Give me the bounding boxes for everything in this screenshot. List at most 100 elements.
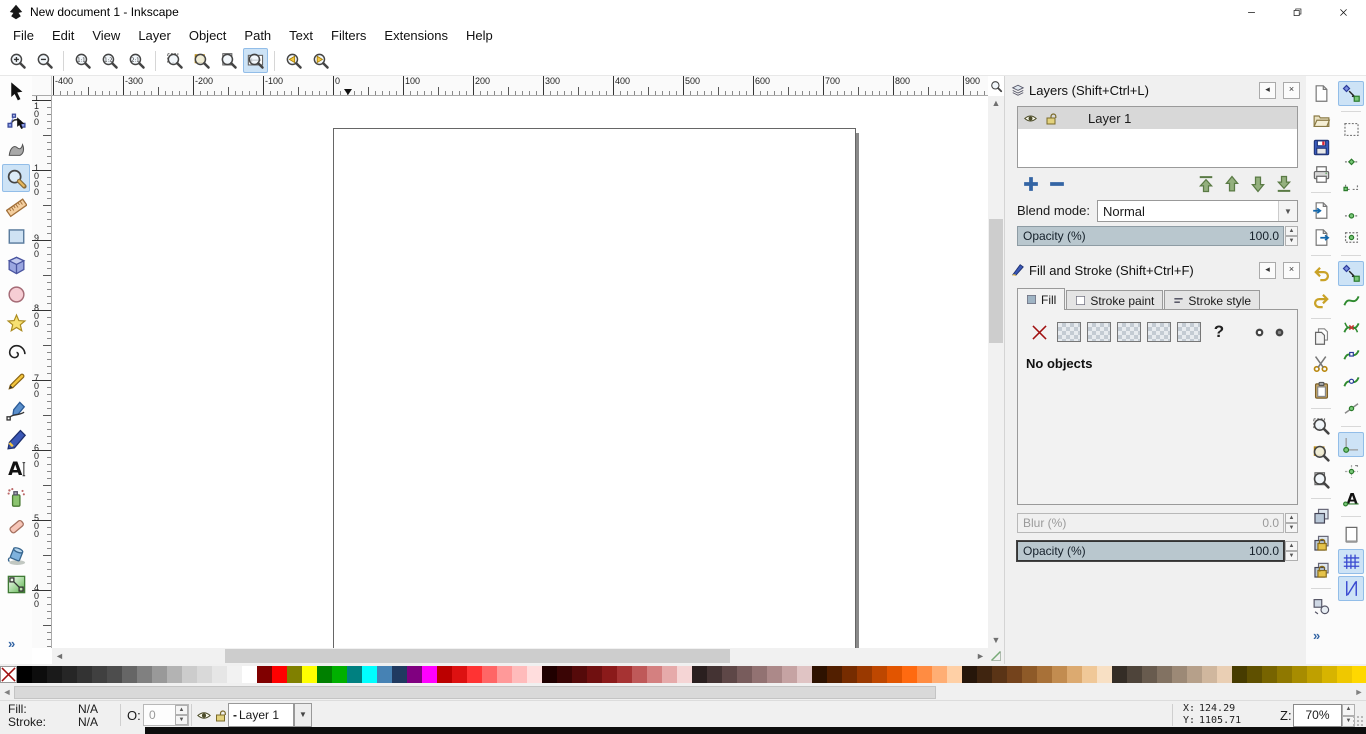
color-swatch[interactable] xyxy=(557,666,572,683)
import-bitmap-button[interactable] xyxy=(1308,198,1334,223)
color-swatch[interactable] xyxy=(332,666,347,683)
layers-opacity-spinner[interactable]: ▲ ▼ xyxy=(1285,226,1298,246)
fill-rule-evenodd-button[interactable] xyxy=(1251,321,1267,343)
color-swatch[interactable] xyxy=(977,666,992,683)
color-swatch[interactable] xyxy=(887,666,902,683)
calligraphy-tool-button[interactable] xyxy=(2,425,30,453)
zoom-page-button[interactable] xyxy=(216,48,241,73)
toolbox-expander[interactable]: » xyxy=(8,636,15,651)
color-swatch[interactable] xyxy=(677,666,692,683)
color-swatch[interactable] xyxy=(467,666,482,683)
color-swatch[interactable] xyxy=(1067,666,1082,683)
color-swatch[interactable] xyxy=(407,666,422,683)
tweak-tool-button[interactable] xyxy=(2,135,30,163)
layer-raise-button[interactable] xyxy=(1222,174,1242,194)
color-swatch[interactable] xyxy=(497,666,512,683)
current-layer-selector[interactable]: - Layer 1 xyxy=(228,703,294,727)
color-swatch[interactable] xyxy=(437,666,452,683)
layer-lock-icon[interactable] xyxy=(1045,112,1058,125)
undo-button[interactable] xyxy=(1308,261,1334,286)
current-layer-visibility-toggle[interactable] xyxy=(197,709,211,722)
color-swatch[interactable] xyxy=(482,666,497,683)
color-swatch[interactable] xyxy=(617,666,632,683)
object-opacity-spinner[interactable]: ▲ ▼ xyxy=(1285,541,1298,561)
color-swatch[interactable] xyxy=(362,666,377,683)
tab-fill[interactable]: Fill xyxy=(1017,288,1066,310)
canvas-corner-button[interactable] xyxy=(988,648,1004,664)
color-swatch[interactable] xyxy=(302,666,317,683)
snap-path-intersections-button[interactable] xyxy=(1338,315,1364,340)
sticky-zoom-button[interactable] xyxy=(988,77,1004,95)
color-swatch[interactable] xyxy=(1082,666,1097,683)
export-bitmap-button[interactable] xyxy=(1308,225,1334,250)
color-swatch[interactable] xyxy=(1262,666,1277,683)
zoom-selection-button[interactable] xyxy=(162,48,187,73)
snap-other-points-button[interactable] xyxy=(1338,432,1364,457)
menu-help[interactable]: Help xyxy=(457,26,502,45)
zoom-tool-button[interactable] xyxy=(2,164,30,192)
zoom-drawing-button[interactable] xyxy=(189,48,214,73)
layers-opacity-slider[interactable]: Opacity (%) 100.0 xyxy=(1017,226,1284,246)
spray-tool-button[interactable] xyxy=(2,483,30,511)
find-objects-button[interactable] xyxy=(1308,594,1334,619)
color-swatch[interactable] xyxy=(287,666,302,683)
layer-selector-dropdown-button[interactable]: ▼ xyxy=(294,703,312,727)
layer-row[interactable]: Layer 1 xyxy=(1018,107,1297,129)
paint-radial-gradient-button[interactable] xyxy=(1116,321,1142,343)
color-swatch[interactable] xyxy=(1202,666,1217,683)
color-swatch[interactable] xyxy=(272,666,287,683)
paint-swatch-button[interactable] xyxy=(1176,321,1202,343)
snap-page-border-button[interactable] xyxy=(1338,522,1364,547)
color-swatch[interactable] xyxy=(872,666,887,683)
opacity-spinbox[interactable]: 0 ▲ ▼ xyxy=(143,704,189,726)
color-swatch[interactable] xyxy=(1307,666,1322,683)
color-swatch[interactable] xyxy=(1352,666,1366,683)
color-swatch[interactable] xyxy=(1037,666,1052,683)
color-swatch[interactable] xyxy=(992,666,1007,683)
zoom-spinbox[interactable]: 70% xyxy=(1293,704,1342,727)
fill-stroke-collapse-button[interactable]: ◂ xyxy=(1259,261,1276,279)
layer-list[interactable]: Layer 1 xyxy=(1017,106,1298,168)
cut-button[interactable] xyxy=(1308,351,1334,376)
color-swatch[interactable] xyxy=(827,666,842,683)
duplicate-button[interactable] xyxy=(1308,504,1334,529)
color-swatch[interactable] xyxy=(152,666,167,683)
current-layer-lock-toggle[interactable] xyxy=(214,709,228,722)
color-swatch[interactable] xyxy=(812,666,827,683)
menu-file[interactable]: File xyxy=(4,26,43,45)
close-button[interactable] xyxy=(1320,0,1366,24)
blur-spinner[interactable]: ▲ ▼ xyxy=(1285,513,1298,533)
color-swatch[interactable] xyxy=(737,666,752,683)
bezier-tool-button[interactable] xyxy=(2,396,30,424)
scroll-up-arrow[interactable]: ▲ xyxy=(988,96,1004,111)
layer-visibility-icon[interactable] xyxy=(1024,112,1037,125)
scroll-right-arrow[interactable]: ► xyxy=(973,648,988,664)
color-swatch[interactable] xyxy=(17,666,32,683)
color-swatch[interactable] xyxy=(227,666,242,683)
color-swatch[interactable] xyxy=(587,666,602,683)
snap-global-button[interactable] xyxy=(1338,81,1364,106)
color-swatch[interactable] xyxy=(452,666,467,683)
box3d-tool-button[interactable] xyxy=(2,251,30,279)
snap-grid-button[interactable] xyxy=(1338,549,1364,574)
text-tool-button[interactable]: A xyxy=(2,454,30,482)
color-swatch[interactable] xyxy=(1127,666,1142,683)
scroll-left-arrow[interactable]: ◄ xyxy=(52,648,67,664)
node-tool-button[interactable] xyxy=(2,106,30,134)
snap-bbox-edges-button[interactable] xyxy=(1338,144,1364,169)
horizontal-scroll-thumb[interactable] xyxy=(225,649,730,663)
commands-bar-expander[interactable]: » xyxy=(1313,628,1320,643)
color-swatch[interactable] xyxy=(947,666,962,683)
color-swatch[interactable] xyxy=(722,666,737,683)
zoom-page-width-button[interactable] xyxy=(243,48,268,73)
color-swatch[interactable] xyxy=(392,666,407,683)
vertical-ruler[interactable]: 1 1 0 0 1 0 0 0 9 0 0 8 0 0 7 0 0 6 0 0 5 0 0 4… xyxy=(32,96,52,648)
color-swatch[interactable] xyxy=(542,666,557,683)
color-swatch[interactable] xyxy=(767,666,782,683)
snap-text-baseline-button[interactable]: A xyxy=(1338,486,1364,511)
blur-slider[interactable]: Blur (%) 0.0 xyxy=(1017,513,1284,533)
color-swatch[interactable] xyxy=(1097,666,1112,683)
color-swatch[interactable] xyxy=(377,666,392,683)
canvas[interactable] xyxy=(52,96,988,648)
color-swatch[interactable] xyxy=(137,666,152,683)
